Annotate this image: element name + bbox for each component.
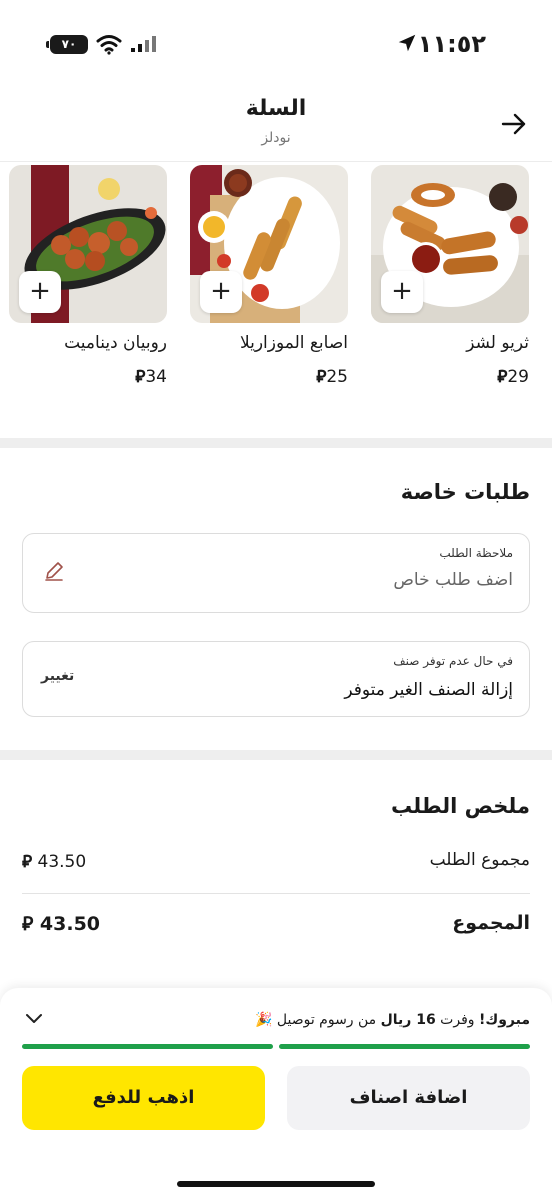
special-requests-title: طلبات خاصة [400,480,530,504]
order-note-label: ملاحظة الطلب [439,546,513,560]
checkout-button[interactable]: اذهب للدفع [22,1066,265,1130]
wifi-icon [96,35,122,55]
battery-icon: ٧٠ [46,35,88,54]
product-name: روبيان ديناميت [64,333,167,353]
battery-level: ٧٠ [61,37,77,51]
subtotal-row: مجموع الطلب ⃁ 43.50 [22,850,530,874]
riyal-icon: ⃁ [497,367,508,387]
order-note-field[interactable]: ملاحظة الطلب اضف طلب خاص [22,533,530,613]
restaurant-name: نودلز [261,130,291,146]
status-bar: ١١:٥٢ ٧٠ [0,0,552,90]
riyal-icon: ⃁ [135,367,146,387]
party-popper-icon: 🎉 [254,1012,273,1028]
riyal-icon: ⃁ [22,913,34,935]
unavailable-item-option[interactable]: في حال عدم توفر صنف إزالة الصنف الغير مت… [22,641,530,717]
product-card[interactable]: + روبيان ديناميت ⃁34 [9,165,167,387]
product-price: ⃁25 [316,367,348,387]
subtotal-label: مجموع الطلب [429,850,530,870]
page-title: السلة [245,96,307,121]
summary-divider [22,893,530,894]
order-note-placeholder: اضف طلب خاص [393,570,513,590]
savings-progress-bar [22,1044,273,1049]
product-image: + [9,165,167,323]
subtotal-value: ⃁ 43.50 [22,852,87,872]
product-card[interactable]: + اصابع الموزاريلا ⃁25 [190,165,348,387]
savings-progress-bar [279,1044,530,1049]
location-arrow-icon [398,34,416,52]
delivery-savings-banner: مبروك! وفرت 16 ريال من رسوم توصيل 🎉 [254,1012,530,1028]
add-product-button[interactable]: + [19,271,61,313]
add-items-button[interactable]: اضافة اصناف [287,1066,530,1130]
product-image: + [190,165,348,323]
product-card[interactable]: + ثريو لشز ⃁29 [371,165,529,387]
suggested-products: + ثريو لشز ⃁29 + اصابع الموزاريلا ⃁25 [0,162,552,438]
riyal-icon: ⃁ [22,852,33,872]
unavailable-label: في حال عدم توفر صنف [393,654,513,668]
unavailable-value: إزالة الصنف الغير متوفر [344,680,513,700]
product-price: ⃁29 [497,367,529,387]
order-summary-title: ملخص الطلب [390,794,530,818]
change-button[interactable]: تغيير [41,668,74,684]
section-divider [0,750,552,760]
plus-icon: + [210,276,232,306]
total-row: المجموع ⃁ 43.50 [22,912,530,940]
pencil-icon [45,562,63,581]
cellular-signal-icon [131,36,156,52]
total-label: المجموع [452,912,530,934]
back-arrow-icon[interactable] [500,110,528,138]
home-indicator [177,1181,375,1187]
product-name: اصابع الموزاريلا [239,333,348,353]
section-divider [0,438,552,448]
product-image: + [371,165,529,323]
status-time: ١١:٥٢ [417,30,486,58]
product-price: ⃁34 [135,367,167,387]
add-product-button[interactable]: + [200,271,242,313]
cart-header: السلة نودلز [0,90,552,162]
plus-icon: + [391,276,413,306]
riyal-icon: ⃁ [316,367,327,387]
add-product-button[interactable]: + [381,271,423,313]
product-name: ثريو لشز [466,333,529,353]
chevron-down-icon[interactable] [24,1012,44,1026]
checkout-sheet: مبروك! وفرت 16 ريال من رسوم توصيل 🎉 اذهب… [0,988,552,1200]
plus-icon: + [29,276,51,306]
total-value: ⃁ 43.50 [22,913,101,935]
